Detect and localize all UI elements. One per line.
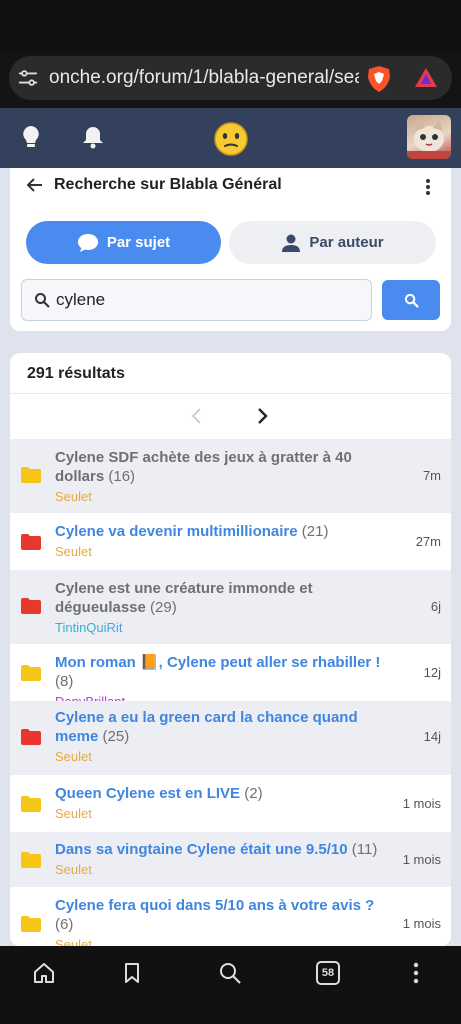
browser-bottom-bar: 58 — [0, 946, 461, 1024]
topic-title[interactable]: Mon roman 📙, Cylene peut aller se rhabil… — [55, 654, 380, 671]
bookmark-icon[interactable] — [123, 962, 141, 984]
url-text[interactable]: onche.org/forum/1/blabla-general/search — [49, 67, 359, 89]
topic-time: 1 mois — [402, 796, 441, 811]
list-item[interactable]: Dans sa vingtaine Cylene était une 9.5/1… — [10, 832, 451, 888]
topic-time: 1 mois — [402, 852, 441, 867]
site-logo-smiley-icon[interactable] — [213, 121, 249, 157]
search-button[interactable] — [382, 280, 440, 320]
search-icon — [35, 293, 50, 308]
list-item[interactable]: Cylene fera quoi dans 5/10 ans à votre a… — [10, 888, 451, 946]
results-list: Cylene SDF achète des jeux à gratter à 4… — [10, 439, 451, 946]
topic-title[interactable]: Cylene est une créature immonde et dégue… — [55, 580, 313, 616]
list-item[interactable]: Mon roman 📙, Cylene peut aller se rhabil… — [10, 645, 451, 709]
reply-count: (16) — [108, 468, 136, 485]
tab-par-auteur-label: Par auteur — [309, 234, 384, 251]
user-avatar[interactable] — [407, 115, 451, 159]
topic-author[interactable]: Seulet — [55, 489, 395, 504]
reply-count: (8) — [55, 673, 74, 690]
previous-page-icon[interactable] — [190, 407, 204, 425]
brave-rewards-icon[interactable] — [414, 66, 438, 90]
search-header: Recherche sur Blabla Général — [26, 176, 282, 194]
reply-count: (25) — [102, 728, 130, 745]
reply-count: (21) — [301, 523, 329, 540]
list-item[interactable]: Queen Cylene est en LIVE (2) Seulet 1 moi… — [10, 776, 451, 832]
results-count: 291 résultats — [27, 365, 125, 382]
topic-time: 14j — [423, 729, 441, 744]
next-page-icon[interactable] — [255, 407, 269, 425]
lightbulb-icon[interactable] — [20, 124, 42, 150]
folder-icon — [21, 534, 41, 550]
tab-par-sujet[interactable]: Par sujet — [26, 221, 221, 264]
tab-par-sujet-label: Par sujet — [106, 234, 171, 251]
reply-count: (2) — [244, 785, 263, 802]
topic-time: 6j — [430, 599, 441, 614]
folder-icon — [21, 916, 41, 932]
folder-icon — [21, 665, 41, 681]
search-query[interactable]: cylene — [56, 290, 105, 310]
folder-icon — [21, 729, 41, 745]
back-arrow-icon[interactable] — [26, 176, 44, 194]
list-item[interactable]: Cylene va devenir multimillionaire (21) S… — [10, 514, 451, 570]
topic-time: 12j — [423, 665, 441, 680]
folder-icon — [21, 796, 41, 812]
topic-title[interactable]: Cylene SDF achète des jeux à gratter à 4… — [55, 449, 352, 485]
folder-icon — [21, 852, 41, 868]
reply-count: (29) — [150, 599, 177, 616]
topic-title[interactable]: Cylene va devenir multimillionaire — [55, 523, 298, 540]
list-item[interactable]: Cylene SDF achète des jeux à gratter à 4… — [10, 439, 451, 514]
topic-title[interactable]: Cylene a eu la green card la chance quan… — [55, 709, 358, 745]
reply-count: (11) — [351, 841, 378, 858]
brave-shield-icon[interactable] — [366, 65, 392, 93]
topic-title[interactable]: Dans sa vingtaine Cylene était une 9.5/1… — [55, 841, 348, 858]
search-icon — [404, 293, 419, 308]
topic-time: 7m — [422, 468, 441, 483]
list-item[interactable]: Cylene a eu la green card la chance quan… — [10, 701, 451, 776]
topic-time: 27m — [415, 534, 441, 549]
site-settings-icon[interactable] — [17, 67, 39, 89]
more-options-icon[interactable] — [425, 178, 431, 196]
reply-count: (6) — [55, 916, 74, 933]
search-panel: Recherche sur Blabla Général Par sujet P… — [10, 168, 451, 331]
tab-par-auteur[interactable]: Par auteur — [229, 221, 436, 264]
tab-switcher-button[interactable]: 58 — [316, 961, 340, 985]
topic-title[interactable]: Cylene fera quoi dans 5/10 ans à votre a… — [55, 897, 374, 914]
topic-author[interactable]: Seulet — [55, 749, 395, 764]
folder-icon — [21, 467, 41, 483]
notification-bell-icon[interactable] — [82, 124, 104, 150]
browser-toolbar: onche.org/forum/1/blabla-general/search — [0, 52, 461, 108]
page-title: Recherche sur Blabla Général — [54, 176, 282, 193]
divider — [10, 393, 451, 394]
status-bar — [0, 0, 461, 52]
folder-icon — [21, 598, 41, 614]
topic-author[interactable]: Seulet — [55, 544, 395, 559]
chat-bubble-icon — [77, 233, 98, 252]
list-item[interactable]: Cylene est une créature immonde et dégue… — [10, 570, 451, 645]
search-icon[interactable] — [219, 962, 241, 984]
menu-icon[interactable] — [413, 962, 419, 984]
topic-title[interactable]: Queen Cylene est en LIVE — [55, 785, 240, 802]
home-icon[interactable] — [33, 962, 55, 984]
topic-author[interactable]: Seulet — [55, 806, 395, 821]
results-panel: 291 résultats Cylene SDF achète des jeux… — [10, 353, 451, 946]
topic-author[interactable]: Seulet — [55, 937, 395, 946]
address-bar[interactable]: onche.org/forum/1/blabla-general/search — [9, 56, 452, 100]
search-input[interactable]: cylene — [21, 279, 372, 321]
topic-author[interactable]: TintinQuiRit — [55, 620, 395, 635]
person-icon — [282, 234, 301, 252]
topic-time: 1 mois — [402, 916, 441, 931]
topic-author[interactable]: Seulet — [55, 862, 395, 877]
